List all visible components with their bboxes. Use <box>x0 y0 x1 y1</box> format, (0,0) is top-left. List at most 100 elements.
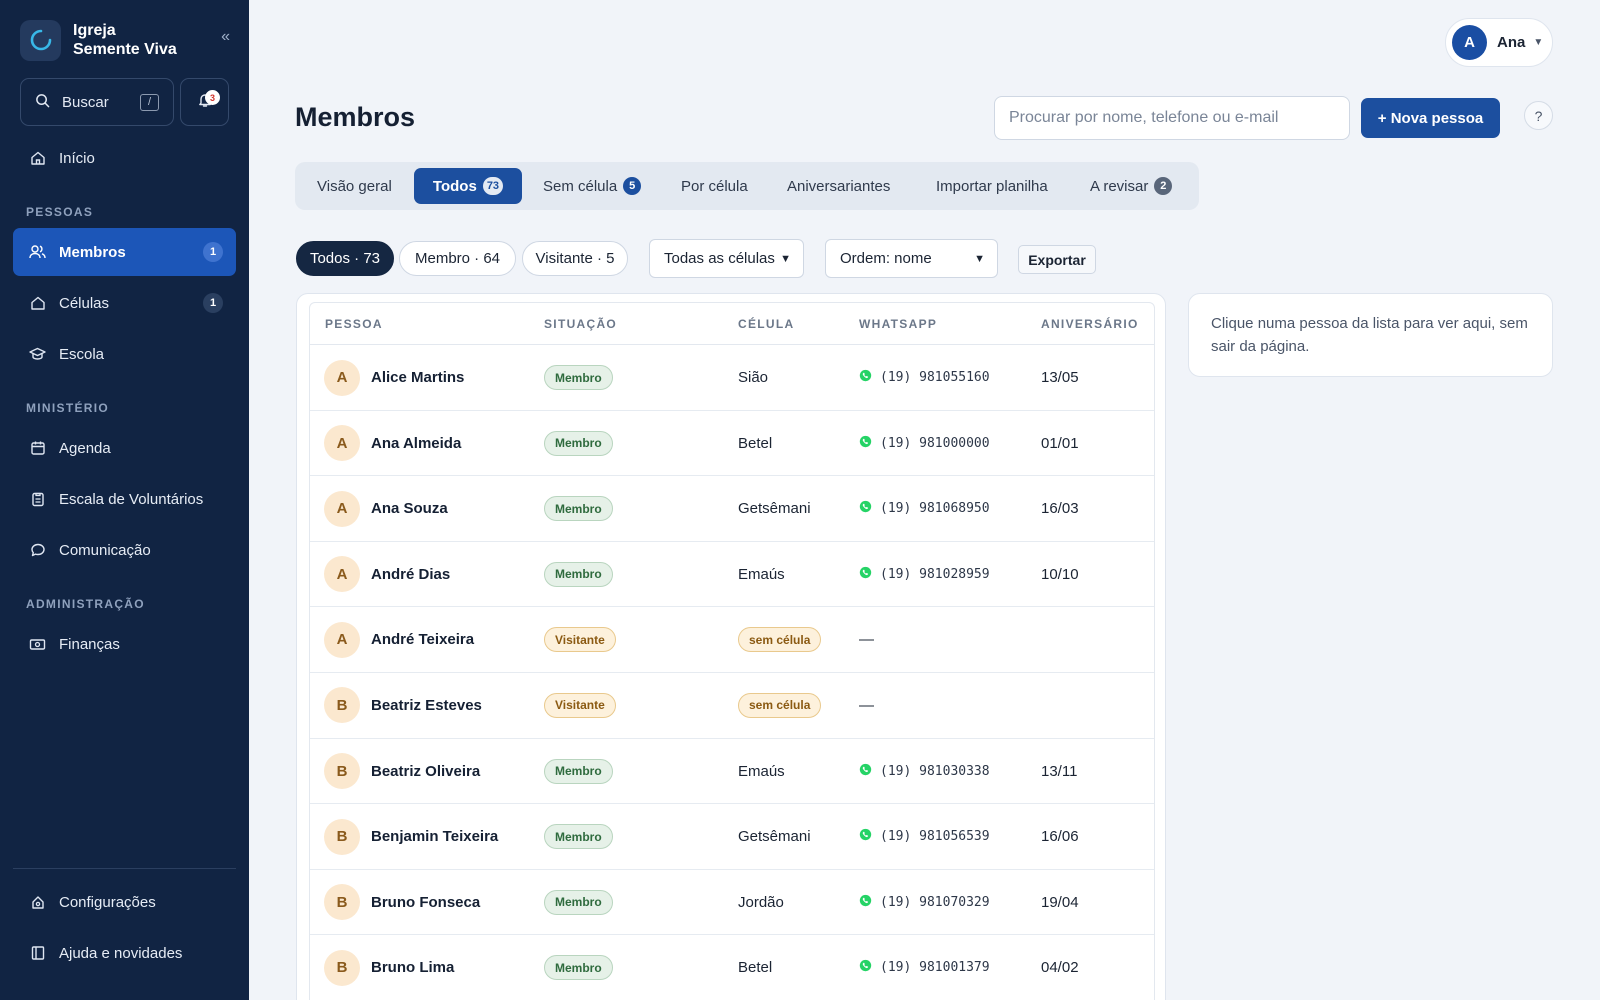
tab-importar-planilha[interactable]: Importar planilha <box>936 168 1048 204</box>
person-name[interactable]: Ana Almeida <box>371 435 461 452</box>
sidebar-item-label: Membros <box>59 243 126 261</box>
cell-group-cell: sem célula <box>738 673 822 738</box>
tab-todos[interactable]: Todos 73 <box>414 168 522 204</box>
column-header-pessoa[interactable]: PESSOA <box>325 317 383 331</box>
order-select-value: Ordem: nome <box>840 250 932 267</box>
collapse-sidebar-icon[interactable]: « <box>221 28 230 46</box>
cell-select[interactable]: Todas as células ▼ <box>649 239 804 278</box>
whatsapp-icon <box>859 500 880 517</box>
whatsapp-cell: (19) 981000000 <box>859 411 990 476</box>
sidebar-item-configuracoes[interactable]: Configurações <box>13 878 236 926</box>
whatsapp-number: (19) 981055160 <box>880 370 990 385</box>
table-row[interactable]: B Bruno Fonseca Membro Jordão (19) 981070329… <box>310 870 1154 936</box>
new-person-button[interactable]: + Nova pessoa <box>1361 98 1500 138</box>
column-header-celula[interactable]: CÉLULA <box>738 317 794 331</box>
birthday-cell: 16/06 <box>1041 804 1079 869</box>
chevron-down-icon: ▼ <box>1533 37 1544 48</box>
brand[interactable]: Igreja Semente Viva « <box>20 19 230 61</box>
person-cell: A André Teixeira <box>324 607 474 672</box>
person-preview-panel: Clique numa pessoa da lista para ver aqu… <box>1188 293 1553 377</box>
section-title-pessoas: PESSOAS <box>26 205 94 219</box>
tab-label: Importar planilha <box>936 177 1048 195</box>
sidebar-item-label: Escola <box>59 345 105 363</box>
person-name[interactable]: Beatriz Oliveira <box>371 763 480 780</box>
filter-pill-membro[interactable]: Membro · 64 <box>399 241 516 276</box>
clipboard-icon <box>29 491 46 508</box>
sidebar-item-label: Comunicação <box>59 541 151 559</box>
tab-aniversariantes[interactable]: Aniversariantes <box>787 168 890 204</box>
cell-select-value: Todas as células <box>664 250 775 267</box>
whatsapp-link[interactable]: (19) 981056539 <box>859 828 990 845</box>
sidebar-item-escala-voluntarios[interactable]: Escala de Voluntários <box>13 475 236 523</box>
birthday-date: 16/06 <box>1041 828 1079 846</box>
whatsapp-link[interactable]: (19) 981030338 <box>859 763 990 780</box>
filter-pill-todos[interactable]: Todos · 73 <box>296 241 394 276</box>
table-row[interactable]: B Benjamin Teixeira Membro Getsêmani (19) 98… <box>310 804 1154 870</box>
table-row[interactable]: A Ana Souza Membro Getsêmani (19) 981068950 1… <box>310 476 1154 542</box>
tab-badge: 5 <box>623 177 642 195</box>
sidebar-item-celulas[interactable]: Células 1 <box>13 279 236 327</box>
status-cell: Membro <box>544 804 613 869</box>
birthday-cell: 13/05 <box>1041 345 1079 410</box>
church-logo-icon <box>20 19 61 61</box>
cell-group-cell: Jordão <box>738 870 784 935</box>
whatsapp-empty: — <box>859 631 874 649</box>
order-select[interactable]: Ordem: nome ▼ <box>825 239 998 278</box>
notifications-button[interactable]: 3 <box>180 78 229 126</box>
table-header: PESSOA SITUAÇÃO CÉLULA WHATSAPP ANIVERSÁ… <box>310 303 1154 345</box>
birthday-date: 01/01 <box>1041 434 1079 452</box>
sidebar-item-financas[interactable]: Finanças <box>13 620 236 668</box>
whatsapp-link[interactable]: (19) 981055160 <box>859 369 990 386</box>
sidebar-item-comunicacao[interactable]: Comunicação <box>13 526 236 574</box>
table-row[interactable]: A André Dias Membro Emaús (19) 981028959 10/1… <box>310 542 1154 608</box>
person-name[interactable]: André Dias <box>371 566 450 583</box>
person-name[interactable]: Beatriz Esteves <box>371 697 482 714</box>
whatsapp-icon <box>859 959 880 976</box>
user-menu[interactable]: A Ana ▼ <box>1445 18 1553 67</box>
sidebar-item-label: Células <box>59 294 110 312</box>
sidebar-item-membros[interactable]: Membros 1 <box>13 228 236 276</box>
table-row[interactable]: A Alice Martins Membro Sião (19) 981055160 13… <box>310 345 1154 411</box>
table-row[interactable]: B Beatriz Esteves Visitante sem célula — <box>310 673 1154 739</box>
table-row[interactable]: B Bruno Lima Membro Betel (19) 981001379 04/0… <box>310 935 1154 1000</box>
members-table: PESSOA SITUAÇÃO CÉLULA WHATSAPP ANIVERSÁ… <box>309 302 1155 1000</box>
search-input[interactable] <box>994 96 1350 140</box>
whatsapp-link[interactable]: (19) 981070329 <box>859 894 990 911</box>
avatar: B <box>324 818 360 855</box>
table-row[interactable]: A André Teixeira Visitante sem célula — <box>310 607 1154 673</box>
whatsapp-link[interactable]: (19) 981001379 <box>859 959 990 976</box>
column-header-whatsapp[interactable]: WHATSAPP <box>859 317 937 331</box>
cell-group-cell: Sião <box>738 345 768 410</box>
sidebar-item-inicio[interactable]: Início <box>13 134 236 182</box>
birthday-cell: 13/11 <box>1041 739 1077 804</box>
whatsapp-link[interactable]: (19) 981028959 <box>859 566 990 583</box>
help-button[interactable]: ? <box>1524 101 1553 130</box>
person-name[interactable]: Alice Martins <box>371 369 464 386</box>
sidebar-search-button[interactable]: Buscar / <box>20 78 174 126</box>
export-button[interactable]: Exportar <box>1018 245 1096 274</box>
sidebar-item-agenda[interactable]: Agenda <box>13 424 236 472</box>
cell-group-cell: Emaús <box>738 542 785 607</box>
tab-visao-geral[interactable]: Visão geral <box>317 168 392 204</box>
person-name[interactable]: Ana Souza <box>371 500 448 517</box>
whatsapp-number: (19) 981070329 <box>880 894 990 910</box>
sidebar-item-ajuda[interactable]: Ajuda e novidades <box>13 929 236 977</box>
table-row[interactable]: A Ana Almeida Membro Betel (19) 981000000 01/… <box>310 411 1154 477</box>
tab-a-revisar[interactable]: A revisar 2 <box>1090 168 1173 204</box>
person-name[interactable]: André Teixeira <box>371 631 474 648</box>
table-row[interactable]: B Beatriz Oliveira Membro Emaús (19) 9810303… <box>310 739 1154 805</box>
calendar-icon <box>29 440 46 457</box>
sidebar: Igreja Semente Viva « Buscar / 3 Início … <box>0 0 249 1000</box>
person-name[interactable]: Bruno Lima <box>371 959 454 976</box>
person-name[interactable]: Bruno Fonseca <box>371 894 480 911</box>
whatsapp-link[interactable]: (19) 981068950 <box>859 500 990 517</box>
sidebar-item-escola[interactable]: Escola <box>13 330 236 378</box>
column-header-situacao[interactable]: SITUAÇÃO <box>544 317 617 331</box>
column-header-aniversario[interactable]: ANIVERSÁRIO <box>1041 317 1139 331</box>
filter-pill-visitante[interactable]: Visitante · 5 <box>522 241 628 276</box>
person-name[interactable]: Benjamin Teixeira <box>371 828 498 845</box>
cell-group-name: Sião <box>738 369 769 386</box>
tab-sem-celula[interactable]: Sem célula 5 <box>543 168 642 204</box>
tab-por-celula[interactable]: Por célula <box>681 168 748 204</box>
whatsapp-link[interactable]: (19) 981000000 <box>859 435 990 452</box>
